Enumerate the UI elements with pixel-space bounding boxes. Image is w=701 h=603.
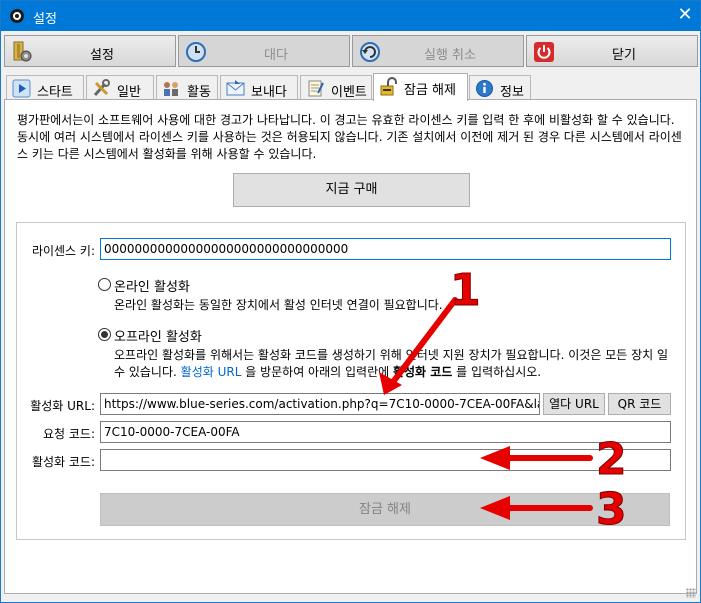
app-icon (10, 9, 24, 23)
tab-info[interactable]: 정보 (469, 75, 531, 100)
request-code-field[interactable]: 7C10-0000-7CEA-00FA (100, 421, 671, 443)
tools-icon (93, 79, 110, 97)
offline-activation-radio[interactable] (98, 328, 111, 341)
offline-activation-label: 오프라인 활성화 (114, 330, 202, 345)
clock-icon (186, 42, 206, 62)
tab-general[interactable]: 일반 (86, 75, 154, 100)
activation-code-emphasis: 활성화 코드 (392, 365, 453, 379)
buy-now-button[interactable]: 지금 구매 (233, 173, 470, 207)
settings-gear-icon (13, 41, 32, 62)
online-activation-radio[interactable] (98, 278, 111, 291)
open-url-button[interactable]: 열다 URL (543, 393, 605, 415)
tab-start[interactable]: 스타트 (6, 75, 84, 100)
tab-activity[interactable]: 활동 (156, 75, 218, 100)
online-activation-description: 온라인 활성화는 동일한 장치에서 활성 인터넷 연결이 필요합니다. (114, 298, 443, 312)
settings-button-label: 설정 (90, 48, 114, 63)
people-icon (164, 82, 178, 96)
license-key-input[interactable]: 00000000000000000000000000000000 (100, 238, 671, 260)
tab-activity-label: 활동 (187, 85, 211, 100)
unlock-button[interactable]: 잠금 해제 (100, 493, 670, 526)
request-code-label: 요청 코드: (42, 427, 95, 441)
undo-button[interactable]: 실행 취소 (352, 35, 524, 67)
offline-desc-part3: 를 입력하십시오. (452, 365, 542, 379)
info-icon (476, 80, 493, 97)
close-button-label: 닫기 (612, 48, 636, 63)
title-bar: 설정 ✕ (1, 1, 700, 31)
activation-url-field[interactable]: https://www.blue-series.com/activation.p… (100, 393, 540, 415)
mail-icon (226, 80, 245, 96)
activation-code-input[interactable] (100, 449, 671, 471)
close-button[interactable]: 닫기 (526, 35, 698, 67)
activation-url-link[interactable]: 활성화 URL (181, 365, 242, 379)
activation-code-label: 활성화 코드: (31, 455, 95, 469)
tab-send[interactable]: 보내다 (220, 75, 298, 100)
tab-unlock[interactable]: 잠금 해제 (373, 73, 468, 101)
tab-info-label: 정보 (500, 85, 524, 100)
undo-icon (360, 42, 380, 62)
tab-general-label: 일반 (117, 85, 141, 100)
intro-text: 평가판에서는이 소프트웨어 사용에 대한 경고가 나타납니다. 이 경고는 유효… (17, 113, 682, 161)
offline-desc-part2: 을 방문하여 아래의 입력란에 (241, 365, 393, 379)
tab-strip: 스타트 일반 활동 보내다 이벤트 잠금 해제 정보 (4, 73, 699, 101)
activation-group: 라이센스 키: 00000000000000000000000000000000… (16, 222, 686, 540)
qr-code-button[interactable]: QR 코드 (608, 393, 671, 415)
license-key-label: 라이센스 키: (31, 244, 95, 258)
settings-window: 설정 ✕ 설정 대다 실행 취소 닫기 스타트 일반 활동 보내다 이벤트 잠금… (0, 0, 701, 603)
tab-unlock-label: 잠금 해제 (404, 83, 456, 98)
tab-send-label: 보내다 (251, 85, 287, 100)
notepad-icon (308, 80, 324, 97)
window-title: 설정 (33, 12, 57, 27)
online-activation-label: 온라인 활성화 (114, 280, 190, 295)
padlock-icon (380, 77, 397, 96)
close-window-button[interactable]: ✕ (670, 1, 700, 31)
resize-grip[interactable] (686, 588, 696, 598)
activation-url-label: 활성화 URL: (30, 399, 95, 413)
wait-button[interactable]: 대다 (178, 35, 350, 67)
play-icon (12, 79, 31, 98)
undo-button-label: 실행 취소 (424, 48, 476, 63)
tab-start-label: 스타트 (37, 85, 73, 100)
offline-activation-description: 오프라인 활성화를 위해서는 활성화 코드를 생성하기 위해 인터넷 지원 장치… (114, 347, 674, 381)
unlock-panel: 평가판에서는이 소프트웨어 사용에 대한 경고가 나타납니다. 이 경고는 유효… (4, 99, 697, 594)
tab-events[interactable]: 이벤트 (300, 75, 372, 100)
tab-events-label: 이벤트 (331, 85, 367, 100)
settings-button[interactable]: 설정 (4, 35, 176, 67)
toolbar: 설정 대다 실행 취소 닫기 (4, 35, 698, 68)
power-icon (534, 42, 554, 62)
wait-button-label: 대다 (264, 48, 288, 63)
